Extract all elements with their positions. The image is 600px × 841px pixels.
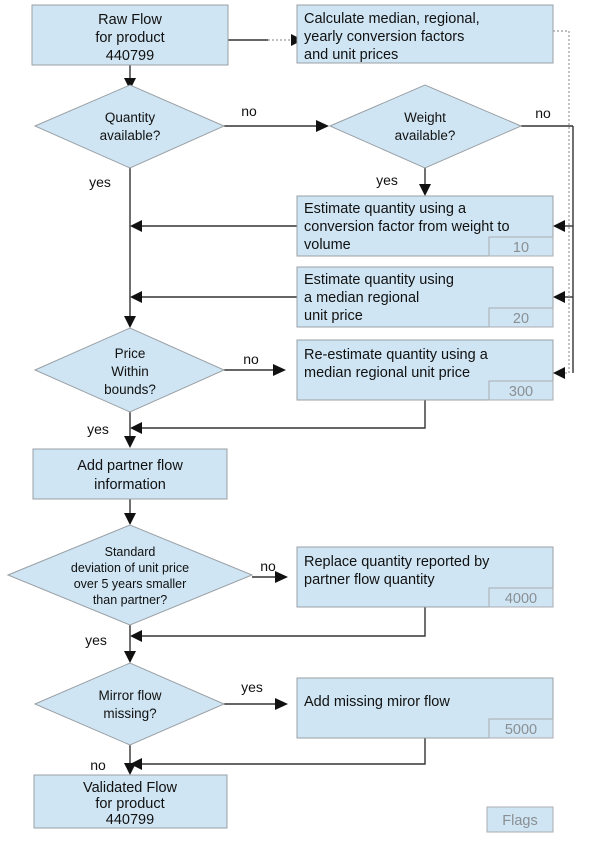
edge-weight-yes-to-estimate-conversion <box>419 168 431 196</box>
node-validated-flow[interactable]: Validated Flow for product 440799 <box>33 774 228 829</box>
validated-line-3: 440799 <box>106 812 154 828</box>
edge-add-partner-to-std <box>124 499 136 525</box>
flowchart-container: Raw Flow for product 440799 Calculate me… <box>0 0 600 841</box>
std-line-3: over 5 years smaller <box>74 577 187 591</box>
node-std-deviation[interactable]: Standard deviation of unit price over 5 … <box>6 524 254 626</box>
node-replace-quantity[interactable]: Replace quantity reported by partner flo… <box>296 546 554 608</box>
edge-std-yes-to-mirror <box>124 625 136 663</box>
edge-calculate-dotted-feedback <box>553 30 570 379</box>
edge-label-mirror-yes: yes <box>241 679 263 695</box>
std-line-4: than partner? <box>93 593 167 607</box>
mirror-line-2: missing? <box>103 706 156 721</box>
estimate-conversion-line-1: Estimate quantity using a <box>304 201 467 217</box>
weight-line-1: Weight <box>404 110 446 125</box>
node-quantity-available[interactable]: Quantity available? <box>33 84 226 169</box>
edge-add-mirror-return <box>130 738 426 770</box>
edge-label-std-yes: yes <box>85 632 107 648</box>
estimate-median-line-1: Estimate quantity using <box>304 272 454 288</box>
flag-badge-20: 20 <box>513 311 529 327</box>
edge-label-mirror-no: no <box>90 757 106 773</box>
flowchart-canvas: Raw Flow for product 440799 Calculate me… <box>6 4 574 833</box>
flag-badge-10: 10 <box>513 240 529 256</box>
edge-estimate-conversion-to-trunk <box>130 220 297 232</box>
price-line-3: bounds? <box>104 382 156 397</box>
price-line-2: Within <box>111 364 149 379</box>
raw-flow-line-1: Raw Flow <box>98 12 162 28</box>
estimate-median-line-2: a median regional <box>304 290 419 306</box>
mirror-line-1: Mirror flow <box>99 688 162 703</box>
std-line-2: deviation of unit price <box>71 561 189 575</box>
edge-mirror-yes-to-add-mirror <box>224 698 288 710</box>
edge-label-quantity-no: no <box>241 103 257 119</box>
add-mirror-line-1: Add missing miror flow <box>304 694 450 710</box>
edge-label-weight-no: no <box>535 105 551 121</box>
node-weight-available[interactable]: Weight available? <box>328 84 523 169</box>
node-add-partner-flow[interactable]: Add partner flow information <box>32 448 228 500</box>
edge-quantity-no-to-weight <box>224 120 329 132</box>
node-reestimate-quantity[interactable]: Re-estimate quantity using a median regi… <box>296 339 554 401</box>
flags-legend-label: Flags <box>502 813 537 829</box>
calculate-line-1: Calculate median, regional, <box>304 11 480 27</box>
node-price-within-bounds[interactable]: Price Within bounds? <box>33 327 226 413</box>
flag-badge-5000: 5000 <box>505 722 537 738</box>
flag-badge-300: 300 <box>509 384 533 400</box>
estimate-conversion-line-3: volume <box>304 237 351 253</box>
quantity-line-2: available? <box>100 128 161 143</box>
estimate-median-line-3: unit price <box>304 308 363 324</box>
node-estimate-conversion[interactable]: Estimate quantity using a conversion fac… <box>296 195 554 257</box>
node-mirror-flow-missing[interactable]: Mirror flow missing? <box>33 662 226 746</box>
calculate-line-2: yearly conversion factors <box>304 29 464 45</box>
legend-flags: Flags <box>486 806 554 833</box>
std-line-1: Standard <box>105 545 156 559</box>
raw-flow-line-2: for product <box>95 30 164 46</box>
estimate-conversion-line-2: conversion factor from weight to <box>304 219 510 235</box>
quantity-line-1: Quantity <box>105 110 156 125</box>
replace-line-2: partner flow quantity <box>304 572 435 588</box>
node-calculate-factors[interactable]: Calculate median, regional, yearly conve… <box>296 4 554 64</box>
validated-line-1: Validated Flow <box>83 780 178 796</box>
edge-reestimate-return <box>130 400 426 434</box>
node-estimate-median[interactable]: Estimate quantity using a median regiona… <box>296 266 554 328</box>
edge-label-std-no: no <box>260 558 276 574</box>
reestimate-line-1: Re-estimate quantity using a <box>304 347 489 363</box>
edge-label-quantity-yes: yes <box>89 174 111 190</box>
reestimate-line-2: median regional unit price <box>304 365 470 381</box>
edge-replace-return <box>130 607 426 642</box>
edge-label-weight-yes: yes <box>376 172 398 188</box>
edge-rawflow-to-calculate <box>228 34 303 46</box>
edge-label-price-no: no <box>243 351 259 367</box>
price-line-1: Price <box>115 346 146 361</box>
edge-label-price-yes: yes <box>87 421 109 437</box>
raw-flow-line-3: 440799 <box>106 48 154 64</box>
flag-badge-4000: 4000 <box>505 591 537 607</box>
add-partner-line-1: Add partner flow <box>77 458 183 474</box>
edge-quantity-yes-trunk <box>124 168 136 328</box>
weight-line-2: available? <box>395 128 456 143</box>
node-add-mirror-flow[interactable]: Add missing miror flow 5000 <box>296 677 554 739</box>
add-partner-line-2: information <box>94 477 166 493</box>
calculate-line-3: and unit prices <box>304 47 398 63</box>
node-raw-flow[interactable]: Raw Flow for product 440799 <box>31 4 229 66</box>
replace-line-1: Replace quantity reported by <box>304 554 490 570</box>
validated-line-2: for product <box>95 796 164 812</box>
edge-estimate-median-to-trunk <box>130 291 297 303</box>
edge-mirror-no-to-validated <box>124 745 136 775</box>
